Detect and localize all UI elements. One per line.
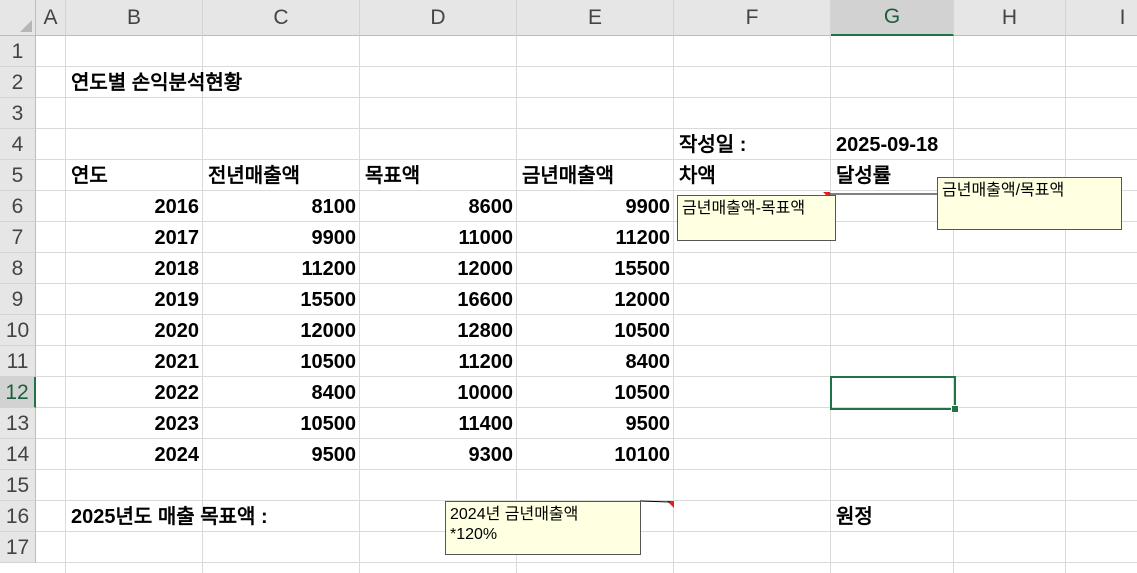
connector-e16 xyxy=(639,500,671,503)
comment-rate[interactable]: 금년매출액/목표액 xyxy=(937,177,1122,230)
comment-target[interactable]: 2024년 금년매출액 *120% xyxy=(445,501,641,555)
comment-connectors xyxy=(639,193,937,503)
comment-diff[interactable]: 금년매출액-목표액 xyxy=(677,195,836,241)
spreadsheet-grid[interactable]: ABCDEFGHI 1 2 3 4 5 6 7 8 9 10 11 12 13 14 15 16 17 연도별 … xyxy=(0,0,1137,573)
